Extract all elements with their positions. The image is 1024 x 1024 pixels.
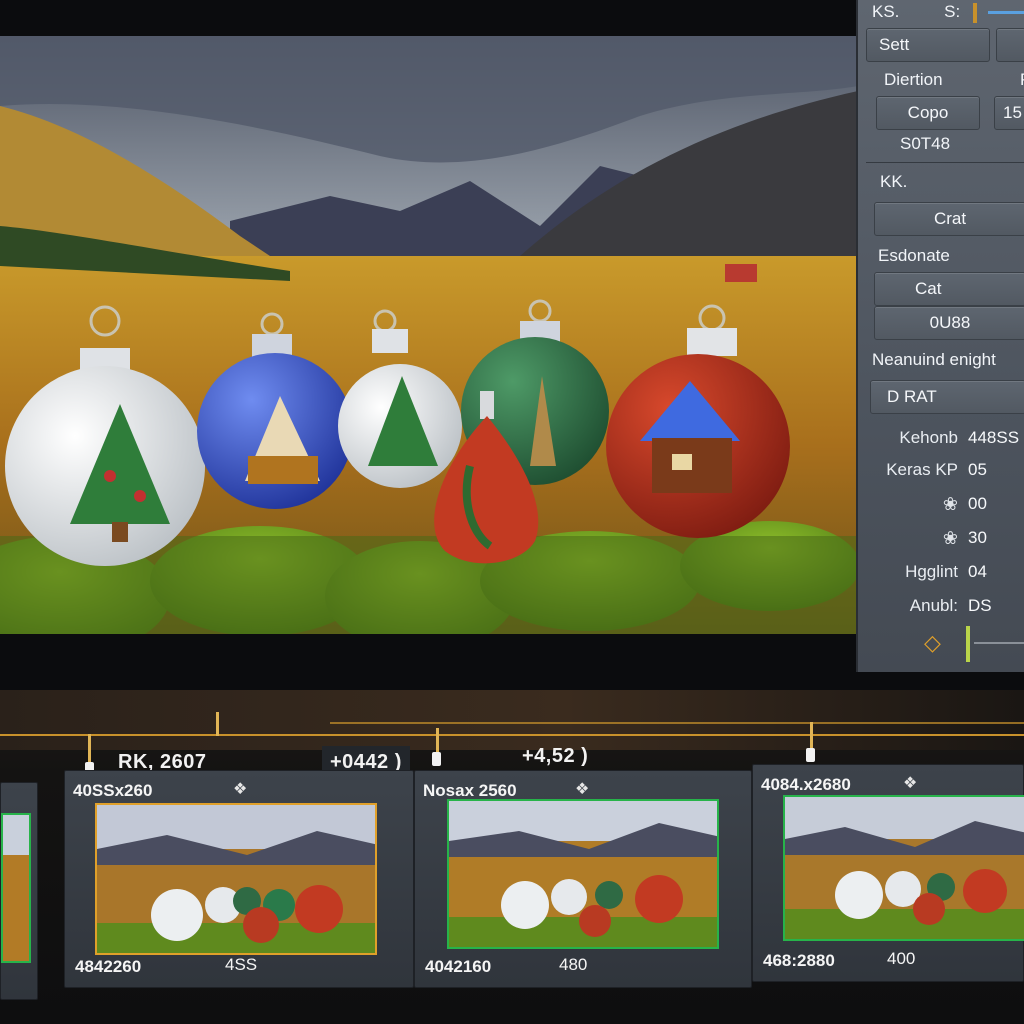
clip-card[interactable]: 4084.x2680 ❖ 468:2880 400 bbox=[752, 764, 1024, 982]
keyframe-icon: ❀ bbox=[942, 527, 958, 548]
clip-footer-right: 4SS bbox=[225, 955, 258, 974]
clip-thumbnail bbox=[447, 799, 719, 949]
header-indicator bbox=[972, 2, 977, 23]
diamond-keyframe-icon[interactable]: ◇ bbox=[924, 630, 941, 656]
kk-label: KK. bbox=[880, 172, 908, 191]
clip-card[interactable]: 40SSx260 ❖ 4842260 4SS bbox=[64, 770, 414, 988]
direction-text: Diertion bbox=[884, 70, 943, 89]
cat-field[interactable]: Cat bbox=[874, 272, 1024, 306]
keyframe-icon: ❀ bbox=[942, 493, 958, 514]
copo-value-field[interactable]: 15 bbox=[994, 96, 1024, 130]
clip-thumbnail bbox=[783, 795, 1024, 941]
clip-resolution: 4084.x2680 bbox=[761, 775, 851, 794]
timeline-ruler-upper bbox=[330, 722, 1024, 724]
timeline-marker[interactable] bbox=[216, 712, 219, 736]
level-track[interactable] bbox=[974, 642, 1024, 644]
kv-key: Keras KP bbox=[886, 460, 958, 479]
timeline-ruler[interactable] bbox=[0, 734, 1024, 736]
kv-key: Kehonb bbox=[899, 428, 958, 447]
copo-value: 15 bbox=[1003, 103, 1022, 122]
kv-row[interactable]: Hgglint 04 bbox=[872, 558, 1024, 586]
direction-right: P bbox=[1020, 70, 1024, 90]
kv-value: 05 bbox=[968, 460, 987, 479]
clip-thumbnail bbox=[1, 813, 31, 963]
kv-row[interactable]: ❀ 00 bbox=[872, 490, 1024, 518]
kv-row[interactable]: Keras KP 05 bbox=[872, 456, 1024, 484]
inspector-panel: KS. S: Sett Diertion P Copo 15 S0T48 KK.… bbox=[856, 0, 1024, 672]
direction-label: Diertion P bbox=[884, 70, 1024, 90]
clip-footer-left: 4042160 bbox=[425, 957, 492, 976]
estimate-label: Esdonate bbox=[878, 246, 950, 265]
level-meter bbox=[966, 626, 970, 662]
copo-label: Copo bbox=[907, 103, 949, 122]
thumbnail-image bbox=[97, 805, 375, 953]
kv-value: 04 bbox=[968, 562, 987, 581]
header-slider[interactable] bbox=[987, 11, 1024, 15]
value-text: 0U88 bbox=[929, 313, 971, 332]
timecode-label: +4,52 ) bbox=[522, 744, 589, 767]
thumbnail-image bbox=[785, 797, 1024, 939]
preview-monitor[interactable] bbox=[0, 36, 858, 634]
clip-card[interactable]: Nosax 2560 ❖ 4042160 480 bbox=[414, 770, 752, 988]
thumbnail-image bbox=[449, 801, 717, 947]
inspector-top-mid: S: bbox=[944, 2, 961, 21]
kv-row[interactable]: Anubl: DS bbox=[872, 592, 1024, 620]
kv-row[interactable]: ❀ 30 bbox=[872, 524, 1024, 552]
preview-image bbox=[0, 36, 858, 634]
set-toggle[interactable] bbox=[996, 28, 1024, 62]
playhead-handle[interactable] bbox=[432, 752, 441, 766]
inspector-header: KS. S: bbox=[872, 2, 1024, 23]
set-field[interactable]: Sett bbox=[866, 28, 990, 62]
clip-resolution: Nosax 2560 bbox=[423, 781, 517, 800]
playhead-handle[interactable] bbox=[806, 748, 815, 762]
kv-key: Hgglint bbox=[905, 562, 958, 581]
cat-label: Cat bbox=[915, 279, 942, 298]
clip-footer-right: 400 bbox=[887, 949, 916, 968]
timeline-backdrop bbox=[0, 690, 1024, 750]
keyframe-icon[interactable]: ❖ bbox=[903, 773, 917, 793]
clip-footer-left: 468:2880 bbox=[763, 951, 835, 970]
thumbnail-image bbox=[3, 815, 29, 961]
copo-button[interactable]: Copo bbox=[876, 96, 980, 130]
clip-footer-left: 4842260 bbox=[75, 957, 142, 976]
inspector-top-left: KS. bbox=[872, 2, 900, 21]
keyframe-icon[interactable]: ❖ bbox=[575, 779, 589, 799]
kv-value: DS bbox=[968, 596, 992, 615]
kv-value: 448SS bbox=[968, 428, 1020, 447]
kv-row[interactable]: Kehonb 448SS bbox=[872, 424, 1024, 452]
crat-button[interactable]: Crat bbox=[874, 202, 1024, 236]
clip-thumbnail bbox=[95, 803, 377, 955]
clip-partial[interactable] bbox=[0, 782, 38, 1000]
kv-value: 00 bbox=[968, 494, 987, 513]
height-label: Neanuind enight bbox=[872, 350, 996, 369]
kv-key: Anubl: bbox=[909, 596, 958, 615]
clip-resolution: 40SSx260 bbox=[73, 781, 153, 800]
crat-label: Crat bbox=[933, 209, 967, 228]
code-text: S0T48 bbox=[900, 134, 951, 153]
clip-footer-right: 480 bbox=[559, 955, 588, 974]
keyframe-icon[interactable]: ❖ bbox=[233, 779, 247, 799]
drat-label: D RAT bbox=[887, 387, 937, 406]
value-input[interactable]: 0U88 bbox=[874, 306, 1024, 340]
section-divider bbox=[866, 162, 1024, 163]
kv-value: 30 bbox=[968, 528, 987, 547]
drat-button[interactable]: D RAT bbox=[870, 380, 1024, 414]
set-label: Sett bbox=[879, 35, 910, 54]
